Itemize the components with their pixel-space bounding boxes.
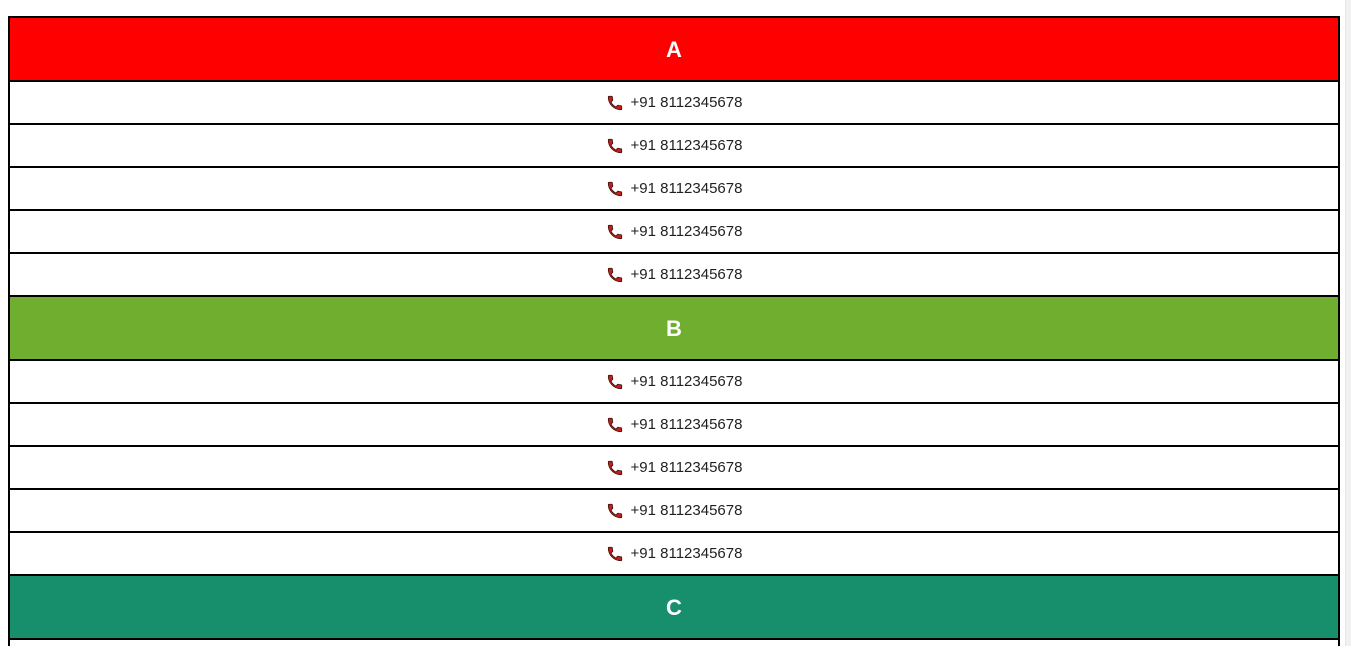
phone-link[interactable]: +91 8112345678 xyxy=(606,223,743,241)
phone-number: +91 8112345678 xyxy=(630,94,743,111)
phone-link[interactable]: +91 8112345678 xyxy=(606,416,743,434)
phone-icon xyxy=(606,94,631,112)
phone-icon xyxy=(606,416,631,434)
phone-link[interactable]: +91 8112345678 xyxy=(606,137,743,155)
group-label: C xyxy=(666,595,682,620)
phone-link[interactable]: +91 8112345678 xyxy=(606,266,743,284)
phone-icon xyxy=(606,223,631,241)
phone-icon xyxy=(606,545,631,563)
group-header-c: C xyxy=(10,576,1338,640)
list-item: +91 8112345678 xyxy=(10,125,1338,168)
phone-link[interactable]: +91 8112345678 xyxy=(606,459,743,477)
group-label: B xyxy=(666,316,682,341)
list-item xyxy=(10,640,1338,646)
phone-link[interactable]: +91 8112345678 xyxy=(606,373,743,391)
group-label: A xyxy=(666,37,682,62)
list-item: +91 8112345678 xyxy=(10,490,1338,533)
list-item: +91 8112345678 xyxy=(10,361,1338,404)
phone-number: +91 8112345678 xyxy=(630,459,743,476)
list-item: +91 8112345678 xyxy=(10,168,1338,211)
phone-icon xyxy=(606,137,631,155)
group-header-a: A xyxy=(10,18,1338,82)
phone-number: +91 8112345678 xyxy=(630,545,743,562)
vertical-scrollbar[interactable] xyxy=(1345,0,1351,646)
group-header-b: B xyxy=(10,297,1338,361)
list-item: +91 8112345678 xyxy=(10,447,1338,490)
phone-icon xyxy=(606,180,631,198)
list-item: +91 8112345678 xyxy=(10,254,1338,297)
list-item: +91 8112345678 xyxy=(10,82,1338,125)
phone-link[interactable]: +91 8112345678 xyxy=(606,545,743,563)
phone-number: +91 8112345678 xyxy=(630,502,743,519)
phone-link[interactable]: +91 8112345678 xyxy=(606,502,743,520)
contact-directory: A +91 8112345678 +91 8112345678 +91 8112… xyxy=(8,16,1340,646)
phone-link[interactable]: +91 8112345678 xyxy=(606,180,743,198)
phone-number: +91 8112345678 xyxy=(630,180,743,197)
phone-number: +91 8112345678 xyxy=(630,137,743,154)
phone-link[interactable]: +91 8112345678 xyxy=(606,94,743,112)
phone-icon xyxy=(606,373,631,391)
phone-icon xyxy=(606,502,631,520)
list-item: +91 8112345678 xyxy=(10,404,1338,447)
phone-number: +91 8112345678 xyxy=(630,373,743,390)
list-item: +91 8112345678 xyxy=(10,533,1338,576)
phone-icon xyxy=(606,266,631,284)
phone-number: +91 8112345678 xyxy=(630,223,743,240)
list-item: +91 8112345678 xyxy=(10,211,1338,254)
phone-number: +91 8112345678 xyxy=(630,266,743,283)
phone-icon xyxy=(606,459,631,477)
phone-number: +91 8112345678 xyxy=(630,416,743,433)
